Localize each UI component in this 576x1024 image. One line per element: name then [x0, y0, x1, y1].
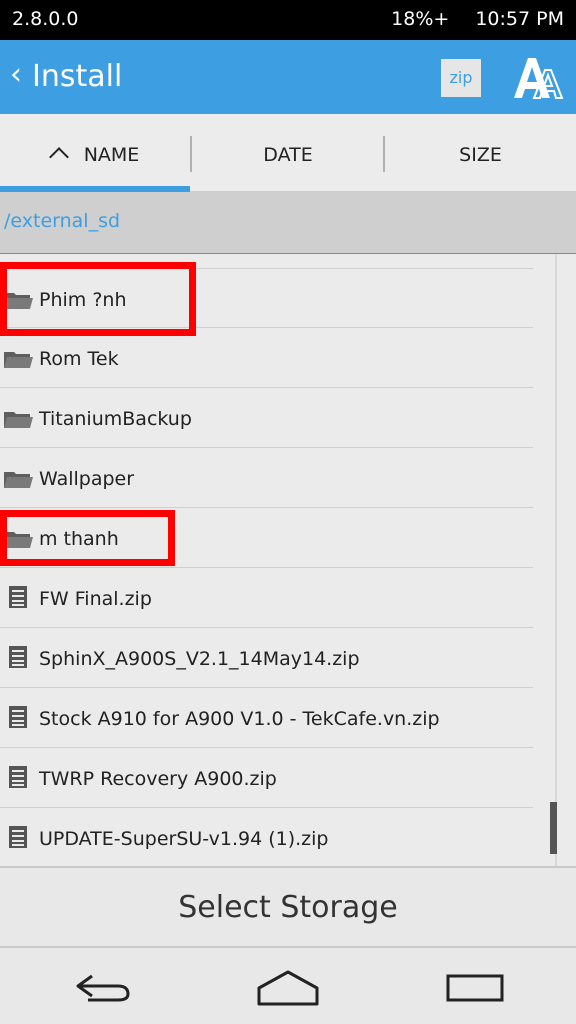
battery-text: 18%+ — [391, 8, 450, 30]
highlight-box — [0, 262, 196, 336]
scrollbar-track — [555, 254, 557, 866]
home-icon[interactable] — [253, 966, 323, 1010]
back-chevron-icon[interactable]: ‹ — [10, 58, 22, 92]
file-icon — [9, 766, 27, 788]
file-icon — [9, 586, 27, 608]
version-text: 2.8.0.0 — [12, 8, 79, 30]
status-right: 18%+ 10:57 PM — [391, 8, 564, 30]
folder-icon — [4, 352, 33, 368]
sort-bar: NAME DATE SIZE — [0, 114, 576, 192]
page-title[interactable]: Install — [32, 57, 122, 97]
list-item[interactable]: TitaniumBackup — [0, 388, 533, 448]
sort-tab-name[interactable]: NAME — [0, 114, 191, 192]
file-icon — [9, 646, 27, 668]
sort-tab-size[interactable]: SIZE — [385, 114, 576, 192]
folder-icon — [4, 472, 33, 488]
status-bar: 2.8.0.0 18%+ 10:57 PM — [0, 0, 576, 40]
list-item-label: TWRP Recovery A900.zip — [39, 768, 277, 790]
highlight-box — [0, 510, 175, 566]
sort-tab-name-label: NAME — [83, 144, 140, 166]
list-item[interactable]: Stock A910 for A900 V1.0 - TekCafe.vn.zi… — [0, 688, 533, 748]
select-storage-button[interactable]: Select Storage — [0, 866, 576, 948]
file-list[interactable]: Phim ?nh Rom Tek TitaniumBackup Wallpaper m … — [0, 254, 576, 866]
zip-button[interactable]: zip — [441, 59, 481, 97]
list-item-label: FW Final.zip — [39, 588, 152, 610]
navigation-bar — [0, 948, 576, 1024]
sort-tab-date[interactable]: DATE — [193, 114, 383, 192]
sort-tab-size-label: SIZE — [459, 144, 502, 166]
font-size-icon[interactable] — [510, 54, 566, 102]
clock-text: 10:57 PM — [475, 8, 564, 30]
list-item-label: Rom Tek — [39, 348, 119, 370]
list-item-label: SphinX_A900S_V2.1_14May14.zip — [39, 648, 360, 670]
list-item[interactable]: FW Final.zip — [0, 568, 533, 628]
scrollbar-thumb[interactable] — [550, 802, 557, 854]
back-icon[interactable] — [68, 966, 138, 1010]
list-item[interactable]: UPDATE-SuperSU-v1.94 (1).zip — [0, 808, 533, 866]
list-item-label: Stock A910 for A900 V1.0 - TekCafe.vn.zi… — [39, 708, 440, 730]
folder-icon — [4, 412, 33, 428]
file-icon — [9, 826, 27, 848]
list-item[interactable]: SphinX_A900S_V2.1_14May14.zip — [0, 628, 533, 688]
file-icon — [9, 706, 27, 728]
list-item-label: UPDATE-SuperSU-v1.94 (1).zip — [39, 828, 329, 850]
path-bar[interactable]: /external_sd — [0, 192, 576, 254]
divider — [190, 136, 192, 172]
sort-tab-date-label: DATE — [263, 144, 313, 166]
app-header: ‹ Install zip — [0, 40, 576, 114]
recent-apps-icon[interactable] — [440, 966, 510, 1010]
current-path: /external_sd — [4, 210, 121, 232]
chevron-up-icon — [48, 147, 69, 167]
list-item[interactable]: Wallpaper — [0, 448, 533, 508]
list-item[interactable]: Rom Tek — [0, 328, 533, 388]
list-item-label: Wallpaper — [39, 468, 135, 490]
list-item[interactable]: TWRP Recovery A900.zip — [0, 748, 533, 808]
list-item-label: TitaniumBackup — [39, 408, 192, 430]
